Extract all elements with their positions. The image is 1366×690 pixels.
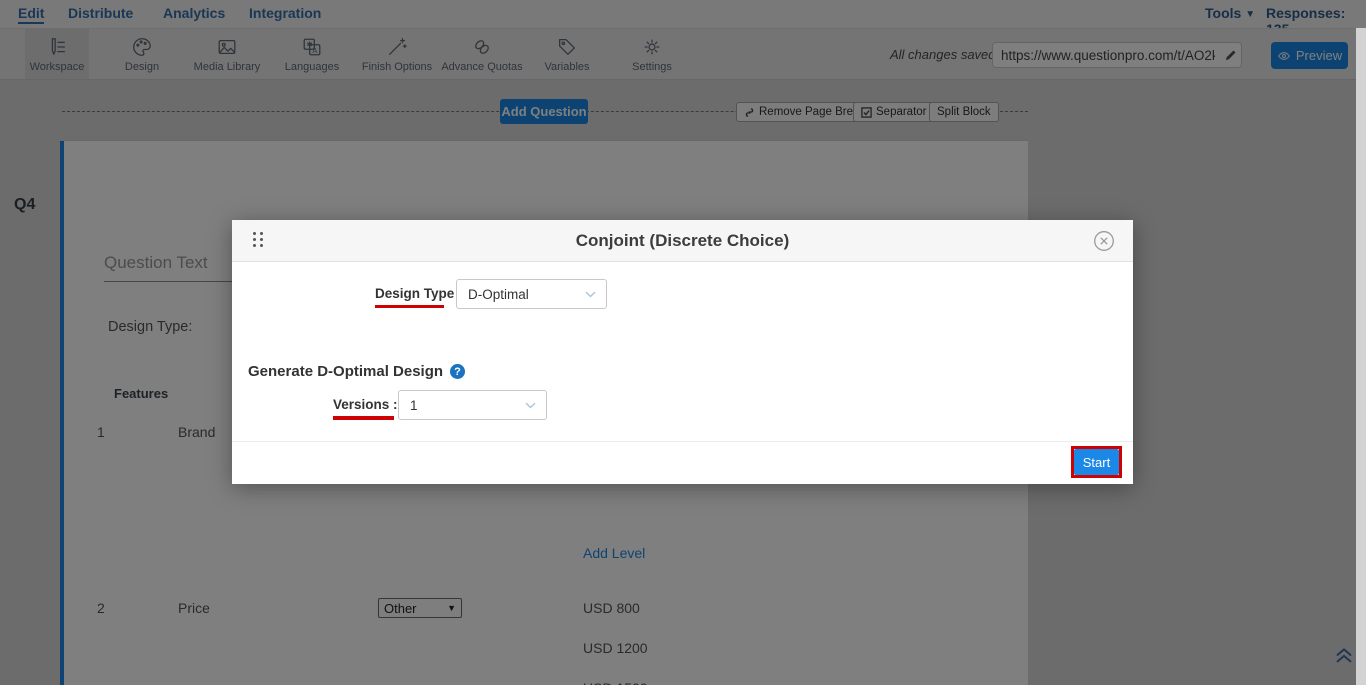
- generate-design-label: Generate D-Optimal Design: [248, 363, 443, 380]
- question-circle-icon[interactable]: ?: [450, 364, 465, 379]
- design-type-label: Design Type: [375, 286, 454, 301]
- vertical-scrollbar[interactable]: [1356, 28, 1366, 685]
- questionpro-survey-editor: Edit Distribute Analytics Integration To…: [0, 0, 1366, 690]
- versions-red-underline: [333, 416, 394, 420]
- modal-footer: Start: [232, 441, 1133, 484]
- start-button-highlight: Start: [1071, 446, 1122, 478]
- conjoint-settings-modal: Conjoint (Discrete Choice) Design Type D…: [232, 220, 1133, 484]
- design-type-value: D-Optimal: [468, 287, 529, 302]
- versions-label: Versions :: [333, 397, 398, 412]
- modal-title: Conjoint (Discrete Choice): [232, 231, 1133, 251]
- bottom-strip: [0, 685, 1366, 690]
- chevron-down-icon: [584, 288, 597, 301]
- versions-value: 1: [410, 398, 418, 413]
- design-type-red-underline: [375, 305, 444, 308]
- chevron-down-icon: [524, 399, 537, 412]
- generate-design-heading: Generate D-Optimal Design ?: [248, 363, 465, 380]
- start-button[interactable]: Start: [1074, 449, 1119, 475]
- versions-dropdown[interactable]: 1: [398, 390, 547, 420]
- close-icon[interactable]: [1093, 230, 1115, 252]
- design-type-dropdown[interactable]: D-Optimal: [456, 279, 607, 309]
- modal-header: Conjoint (Discrete Choice): [232, 220, 1133, 262]
